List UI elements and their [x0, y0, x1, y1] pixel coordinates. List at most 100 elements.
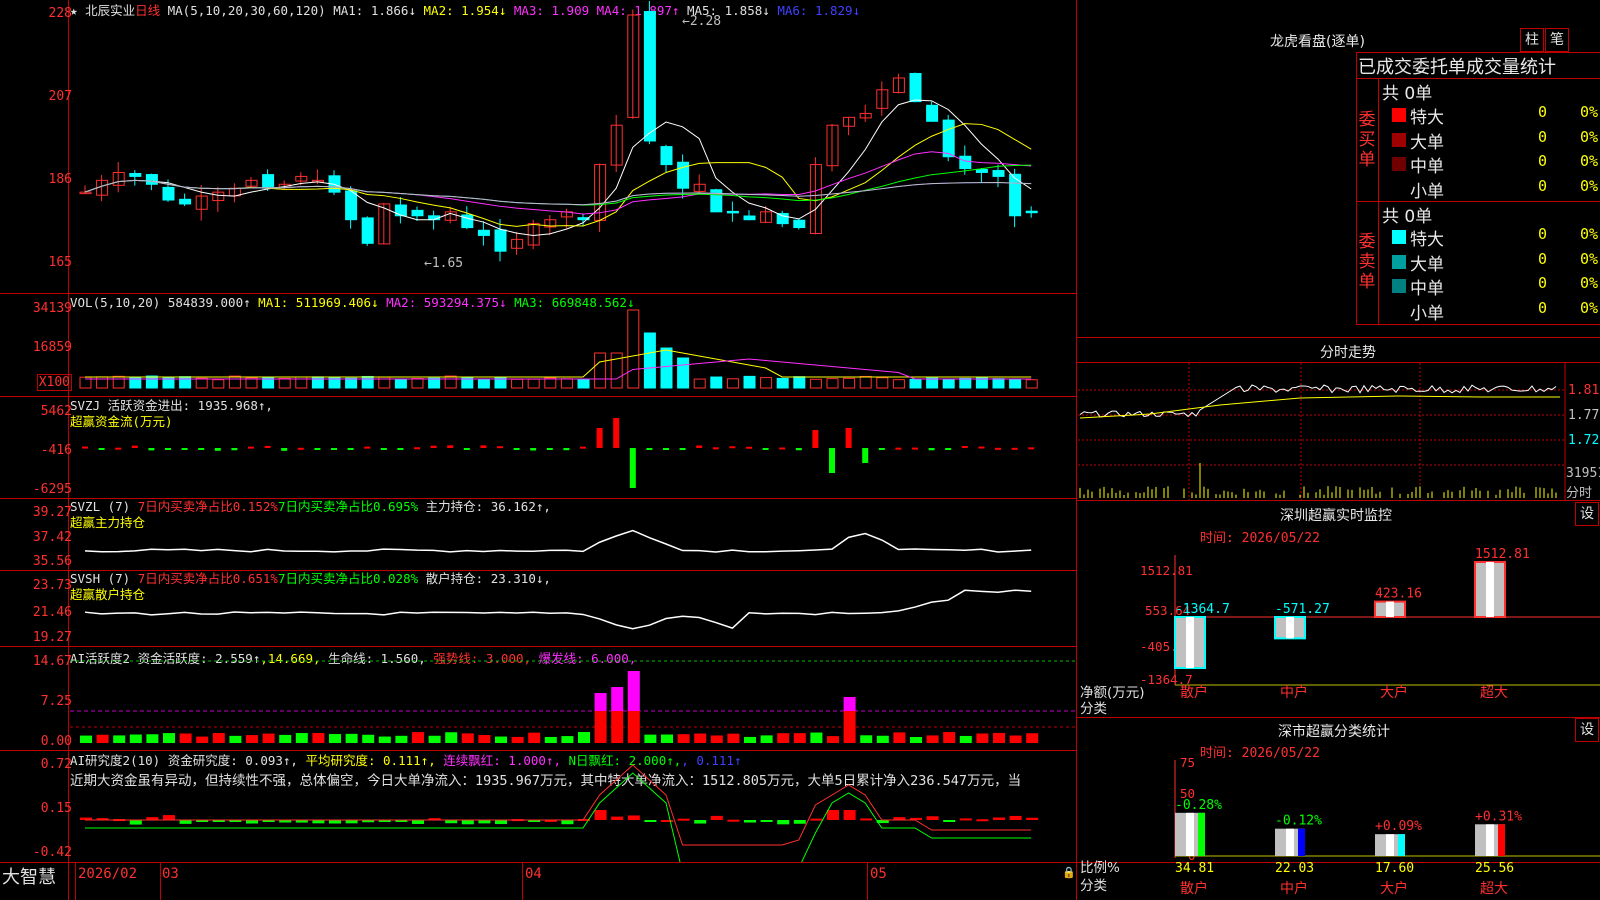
candle-body[interactable]: [179, 198, 192, 205]
volume-bar[interactable]: [892, 379, 905, 389]
svzj-bar: [297, 447, 304, 450]
ai1-bar: [793, 733, 806, 743]
monitor-bar[interactable]: [1374, 600, 1406, 619]
classify-axis-3: 0: [1188, 848, 1196, 863]
volume-bar[interactable]: [411, 378, 424, 389]
candle-body[interactable]: [926, 104, 939, 122]
volume-bar[interactable]: [909, 378, 922, 389]
volume-bar[interactable]: [726, 378, 739, 389]
candle-body[interactable]: [361, 217, 374, 244]
volume-bar[interactable]: [760, 377, 773, 389]
candle-body[interactable]: [743, 215, 756, 221]
candle-body[interactable]: [162, 186, 175, 201]
buy-pct: 0%: [1580, 127, 1599, 146]
sell-row-0: 特大 0 0%: [1380, 224, 1600, 250]
volume-bar[interactable]: [577, 379, 590, 389]
volume-bar[interactable]: [843, 377, 856, 389]
candle-body[interactable]: [959, 155, 972, 170]
volume-bar[interactable]: [594, 352, 607, 389]
candle-body[interactable]: [942, 119, 955, 158]
volume-bar[interactable]: [876, 377, 889, 389]
candle-body[interactable]: [411, 209, 424, 217]
volume-bar[interactable]: [112, 375, 125, 389]
volume-bar[interactable]: [212, 379, 225, 389]
monitor-settings-button[interactable]: 设: [1575, 502, 1599, 526]
ai1-bar: [478, 735, 491, 743]
candle-body[interactable]: [793, 219, 806, 229]
candle-body[interactable]: [975, 168, 988, 173]
volume-bar[interactable]: [560, 378, 573, 389]
candle-body[interactable]: [345, 190, 358, 221]
svzj-bar: [248, 446, 254, 449]
classify-bar[interactable]: [1375, 834, 1405, 856]
volume-bar[interactable]: [394, 379, 407, 389]
candle-body[interactable]: [909, 72, 922, 103]
ai1-bar: [428, 735, 441, 743]
buy-name: 中单: [1410, 157, 1444, 177]
candle-body[interactable]: [643, 11, 656, 142]
candle-body[interactable]: [494, 229, 507, 252]
volume-bar[interactable]: [643, 332, 656, 389]
volume-bar[interactable]: [693, 378, 706, 389]
bar-mode-button[interactable]: 柱: [1520, 28, 1544, 52]
candle-body[interactable]: [660, 146, 673, 166]
svzj-bar: [264, 445, 271, 448]
volume-bar[interactable]: [710, 376, 723, 389]
candle-body[interactable]: [1025, 210, 1038, 214]
svzj-bar: [115, 447, 122, 450]
volume-bar[interactable]: [179, 376, 192, 389]
volume-bar[interactable]: [809, 378, 822, 389]
ai1-bar: [528, 732, 541, 743]
candle-body[interactable]: [726, 210, 739, 214]
candle-body[interactable]: [145, 174, 158, 185]
volume-bar[interactable]: [1009, 379, 1022, 389]
volume-bar[interactable]: [926, 377, 939, 389]
monitor-bar[interactable]: [1274, 616, 1306, 640]
intraday-price-line: [1079, 384, 1557, 418]
ai1-bar: [179, 733, 192, 743]
volume-bar[interactable]: [942, 378, 955, 389]
buy-row-0: 特大 0 0%: [1380, 102, 1600, 128]
svzj-bar: [746, 446, 752, 449]
volume-bar[interactable]: [195, 377, 208, 389]
main-chart-canvas[interactable]: [0, 0, 1077, 862]
trade-mode-button[interactable]: 笔: [1545, 28, 1569, 52]
volume-bar[interactable]: [511, 378, 524, 389]
volume-bar[interactable]: [228, 375, 241, 389]
candle-body[interactable]: [477, 229, 490, 236]
volume-bar[interactable]: [743, 375, 756, 389]
volume-bar[interactable]: [477, 378, 490, 389]
classify-bar[interactable]: [1275, 828, 1305, 856]
volume-bar[interactable]: [793, 376, 806, 389]
buy-row-3: 小单 0 0%: [1380, 176, 1600, 202]
volume-bar[interactable]: [345, 377, 358, 389]
volume-bar[interactable]: [859, 375, 872, 389]
volume-bar[interactable]: [444, 375, 457, 389]
volume-bar[interactable]: [959, 377, 972, 389]
volume-bar[interactable]: [278, 377, 291, 389]
classify-bar[interactable]: [1475, 824, 1505, 856]
volume-bar[interactable]: [1025, 379, 1038, 389]
volume-bar[interactable]: [826, 378, 839, 389]
volume-bar[interactable]: [660, 347, 673, 389]
ai1-bar: [345, 733, 358, 743]
candle-body[interactable]: [776, 213, 789, 225]
ai1-bar: [262, 733, 275, 743]
volume-bar[interactable]: [627, 309, 640, 389]
candle-body[interactable]: [992, 170, 1005, 177]
volume-bar[interactable]: [428, 377, 441, 389]
volume-bar[interactable]: [361, 375, 374, 389]
lock-icon[interactable]: 🔒: [1062, 866, 1076, 879]
classify-settings-button[interactable]: 设: [1575, 718, 1599, 742]
ai1-bar: [710, 735, 723, 743]
candle-body[interactable]: [262, 174, 275, 189]
volume-bar[interactable]: [145, 375, 158, 389]
monitor-bar[interactable]: [1474, 561, 1506, 618]
volume-bar[interactable]: [677, 357, 690, 389]
svzj-bar: [646, 448, 653, 450]
volume-bar[interactable]: [776, 377, 789, 389]
candle-body[interactable]: [129, 173, 142, 177]
volume-bar[interactable]: [527, 378, 540, 389]
candle-body[interactable]: [394, 204, 407, 217]
volume-bar[interactable]: [992, 378, 1005, 389]
